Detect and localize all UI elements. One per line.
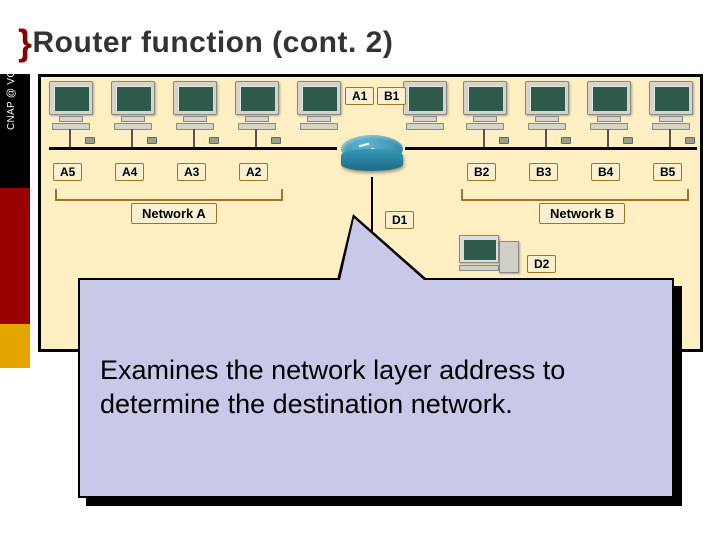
- monitor-icon: [587, 81, 631, 115]
- tap-icon: [623, 137, 633, 144]
- host: [233, 81, 281, 130]
- drop-cable: [545, 129, 547, 147]
- host-label: A5: [53, 163, 82, 181]
- tap-icon: [209, 137, 219, 144]
- sidebar-label: CNAP @ VCC: [6, 63, 17, 130]
- host: [171, 81, 219, 130]
- drop-cable: [669, 129, 671, 147]
- label-d2: D2: [527, 255, 556, 273]
- host: [109, 81, 157, 130]
- cable-left: [49, 147, 337, 150]
- drop-cable: [193, 129, 195, 147]
- host-label: B2: [467, 163, 496, 181]
- host-label: B5: [653, 163, 682, 181]
- tap-icon: [85, 137, 95, 144]
- drop-cable: [607, 129, 609, 147]
- title-text: Router function (cont. 2): [33, 26, 394, 59]
- monitor-icon: [49, 81, 93, 115]
- host-label: B3: [529, 163, 558, 181]
- slide: }Router function (cont. 2) CNAP @ VCC A1…: [0, 0, 720, 540]
- host: [461, 81, 509, 130]
- host-label: B4: [591, 163, 620, 181]
- host-label: A4: [115, 163, 144, 181]
- host-label: A3: [177, 163, 206, 181]
- monitor-icon: [235, 81, 279, 115]
- monitor-icon: [463, 81, 507, 115]
- tap-icon: [499, 137, 509, 144]
- bracket-a: [55, 189, 283, 201]
- monitor-icon: [297, 81, 341, 115]
- sidebar-yellow: [0, 324, 30, 368]
- tap-icon: [147, 137, 157, 144]
- monitor-icon: [525, 81, 569, 115]
- title-brace: }: [18, 22, 33, 63]
- host-b1: [401, 81, 449, 130]
- cable-right: [405, 147, 697, 150]
- host: [523, 81, 571, 130]
- drop-cable: [255, 129, 257, 147]
- label-b1: B1: [377, 87, 406, 105]
- slide-title: }Router function (cont. 2): [18, 22, 393, 64]
- tap-icon: [685, 137, 695, 144]
- callout-text: Examines the network layer address to de…: [100, 354, 684, 422]
- label-network-a: Network A: [131, 203, 217, 224]
- drop-cable: [131, 129, 133, 147]
- host-a1: [295, 81, 343, 130]
- monitor-icon: [173, 81, 217, 115]
- bracket-b: [461, 189, 689, 201]
- tap-icon: [561, 137, 571, 144]
- label-a1: A1: [345, 87, 374, 105]
- drop-cable: [483, 129, 485, 147]
- sidebar-red: [0, 188, 30, 324]
- host: [647, 81, 695, 130]
- host: [585, 81, 633, 130]
- host: [47, 81, 95, 130]
- tap-icon: [271, 137, 281, 144]
- monitor-icon: [649, 81, 693, 115]
- drop-cable: [69, 129, 71, 147]
- monitor-icon: [403, 81, 447, 115]
- label-network-b: Network B: [539, 203, 625, 224]
- callout: Examines the network layer address to de…: [78, 278, 684, 512]
- monitor-icon: [111, 81, 155, 115]
- host-label: A2: [239, 163, 268, 181]
